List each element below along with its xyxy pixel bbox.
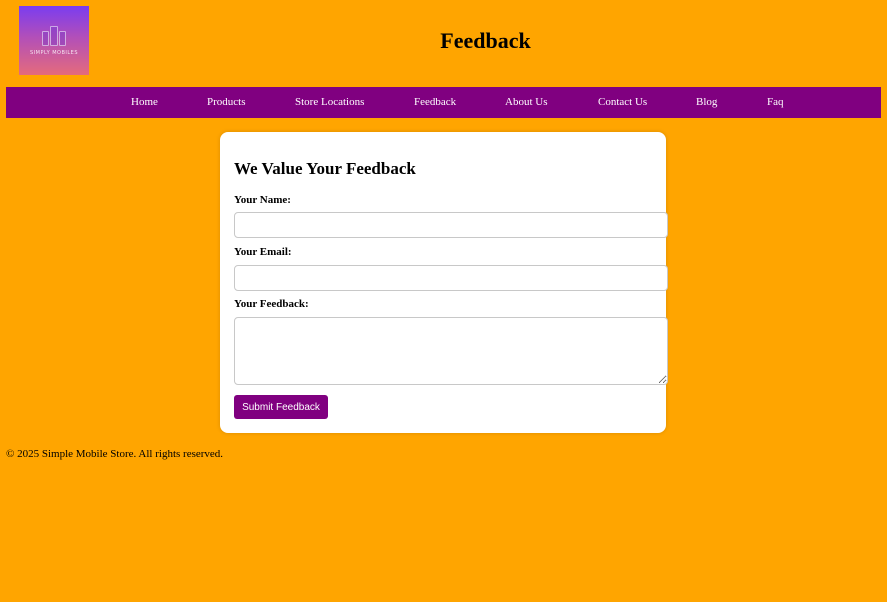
feedback-textarea[interactable] bbox=[234, 317, 668, 385]
nav-item-feedback[interactable]: Feedback bbox=[414, 87, 456, 118]
name-field[interactable] bbox=[234, 212, 668, 238]
submit-feedback-button[interactable]: Submit Feedback bbox=[234, 395, 328, 419]
nav-item-about-us[interactable]: About Us bbox=[505, 87, 547, 118]
nav-item-contact-us[interactable]: Contact Us bbox=[598, 87, 647, 118]
nav-item-blog[interactable]: Blog bbox=[696, 87, 717, 118]
feedback-form-card: We Value Your Feedback Your Name: Your E… bbox=[220, 132, 668, 433]
form-heading: We Value Your Feedback bbox=[234, 159, 416, 178]
page-title: Feedback bbox=[440, 28, 531, 53]
nav-item-faq[interactable]: Faq bbox=[767, 87, 784, 118]
feedback-label: Your Feedback: bbox=[234, 298, 309, 310]
main-nav: Home Products Store Locations Feedback A… bbox=[6, 87, 881, 118]
email-label: Your Email: bbox=[234, 246, 292, 258]
footer-copyright: © 2025 Simple Mobile Store. All rights r… bbox=[6, 448, 224, 460]
nav-item-home[interactable]: Home bbox=[131, 87, 158, 118]
email-field[interactable] bbox=[234, 265, 668, 291]
nav-item-store-locations[interactable]: Store Locations bbox=[295, 87, 364, 118]
nav-item-products[interactable]: Products bbox=[207, 87, 246, 118]
name-label: Your Name: bbox=[234, 194, 291, 206]
